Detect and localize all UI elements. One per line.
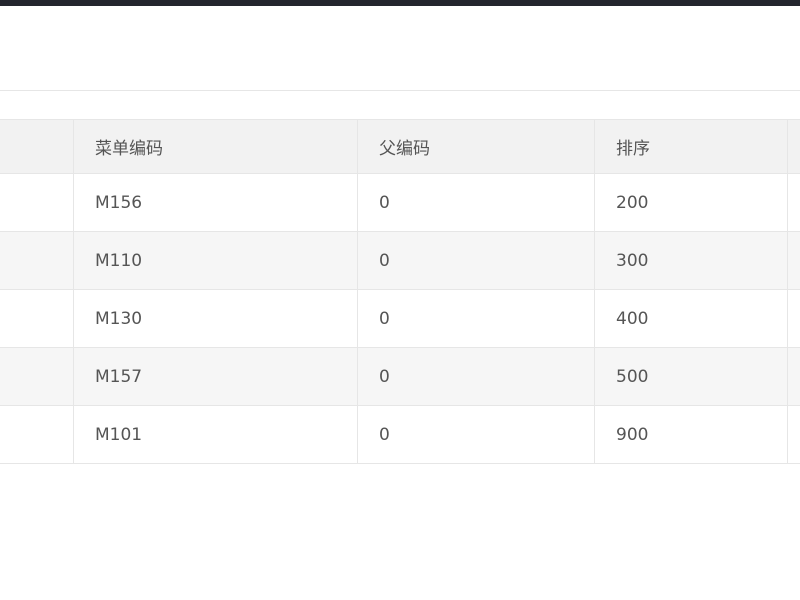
cell-menu-code: M157 (73, 347, 358, 406)
cell-parent-code: 0 (357, 231, 595, 290)
cell-sort: 900 (594, 405, 788, 464)
table-row[interactable]: M156 0 200 (0, 173, 800, 232)
table-row[interactable]: M130 0 400 (0, 289, 800, 348)
cell-extra (787, 347, 800, 406)
cell-parent-code: 0 (357, 347, 595, 406)
cell-extra (787, 231, 800, 290)
cell-extra (787, 405, 800, 464)
header-parent-code: 父编码 (357, 119, 595, 174)
header-cell-hidden (0, 119, 74, 174)
toolbar-area (0, 6, 800, 91)
table-row[interactable]: M110 0 300 (0, 231, 800, 290)
cell-hidden (0, 231, 74, 290)
header-cell-extra (787, 119, 800, 174)
cell-hidden (0, 405, 74, 464)
cell-hidden (0, 173, 74, 232)
cell-sort: 200 (594, 173, 788, 232)
header-menu-code: 菜单编码 (73, 119, 358, 174)
cell-hidden (0, 347, 74, 406)
cell-menu-code: M156 (73, 173, 358, 232)
cell-sort: 400 (594, 289, 788, 348)
header-sort: 排序 (594, 119, 788, 174)
cell-menu-code: M101 (73, 405, 358, 464)
cell-parent-code: 0 (357, 289, 595, 348)
cell-menu-code: M130 (73, 289, 358, 348)
cell-sort: 300 (594, 231, 788, 290)
cell-parent-code: 0 (357, 173, 595, 232)
cell-menu-code: M110 (73, 231, 358, 290)
cell-parent-code: 0 (357, 405, 595, 464)
cell-extra (787, 289, 800, 348)
menu-table-container: 菜单编码 父编码 排序 M156 0 200 M110 0 300 M130 0… (0, 119, 800, 464)
cell-sort: 500 (594, 347, 788, 406)
table-header-row: 菜单编码 父编码 排序 (0, 119, 800, 174)
table-row[interactable]: M101 0 900 (0, 405, 800, 464)
table-row[interactable]: M157 0 500 (0, 347, 800, 406)
cell-hidden (0, 289, 74, 348)
cell-extra (787, 173, 800, 232)
menu-table: 菜单编码 父编码 排序 M156 0 200 M110 0 300 M130 0… (0, 119, 800, 464)
